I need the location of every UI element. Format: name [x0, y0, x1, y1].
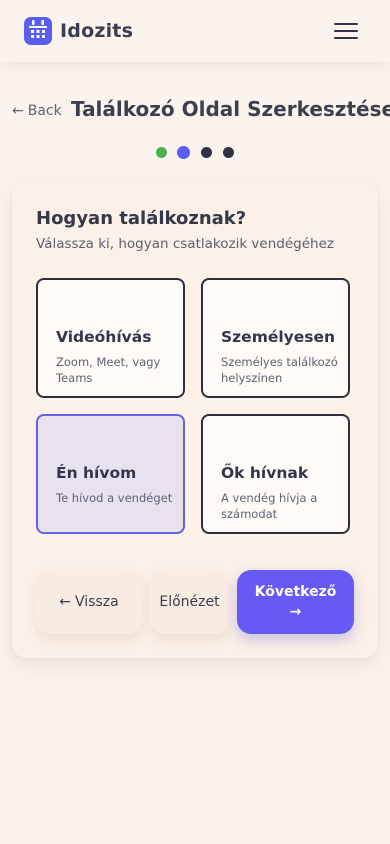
calendar-icon[interactable]	[24, 17, 52, 45]
step-dot-3	[201, 147, 212, 158]
back-label: Back	[27, 103, 62, 119]
option-title: Ők hívnak	[221, 464, 309, 482]
option-description: Személyes találkozó helyszínen	[221, 355, 338, 385]
step-dot-1	[156, 147, 167, 158]
meeting-type-card: Hogyan találkoznak? Válassza ki, hogyan …	[12, 180, 378, 658]
next-button-label: Következő	[254, 584, 337, 600]
option-i-call[interactable]: Én hívom Te hívod a vendéget	[36, 414, 185, 534]
question-title: Hogyan találkoznak?	[36, 208, 247, 229]
back-link[interactable]: ← Back	[12, 101, 62, 121]
preview-button[interactable]: Előnézet	[150, 570, 229, 634]
option-title: Én hívom	[56, 464, 137, 482]
arrow-left-icon: ←	[59, 594, 72, 610]
question-subtitle: Válassza ki, hogyan csatlakozik vendégéh…	[36, 236, 334, 252]
option-description: A vendég hívja a számodat	[221, 491, 318, 521]
back-button-label: Vissza	[75, 594, 119, 610]
preview-button-label: Előnézet	[159, 594, 220, 610]
top-bar: Idozits	[0, 0, 390, 62]
option-they-call[interactable]: Ők hívnak A vendég hívja a számodat	[201, 414, 350, 534]
step-dot-4	[223, 147, 234, 158]
app-name[interactable]: Idozits	[60, 20, 133, 42]
hamburger-menu-icon[interactable]	[334, 22, 358, 40]
option-description: Zoom, Meet, vagy Teams	[56, 355, 161, 385]
option-title: Videóhívás	[56, 328, 152, 346]
back-button[interactable]: ← Vissza	[36, 570, 142, 634]
arrow-right-icon: →	[289, 604, 302, 620]
option-video-call[interactable]: Videóhívás Zoom, Meet, vagy Teams	[36, 278, 185, 398]
next-button[interactable]: Következő →	[237, 570, 354, 634]
option-description: Te hívod a vendéget	[56, 491, 173, 505]
step-dot-2	[177, 146, 190, 159]
option-in-person[interactable]: Személyesen Személyes találkozó helyszín…	[201, 278, 350, 398]
option-title: Személyesen	[221, 328, 336, 346]
page-title: Találkozó Oldal Szerkesztése	[71, 97, 390, 121]
arrow-left-icon: ←	[12, 103, 24, 119]
